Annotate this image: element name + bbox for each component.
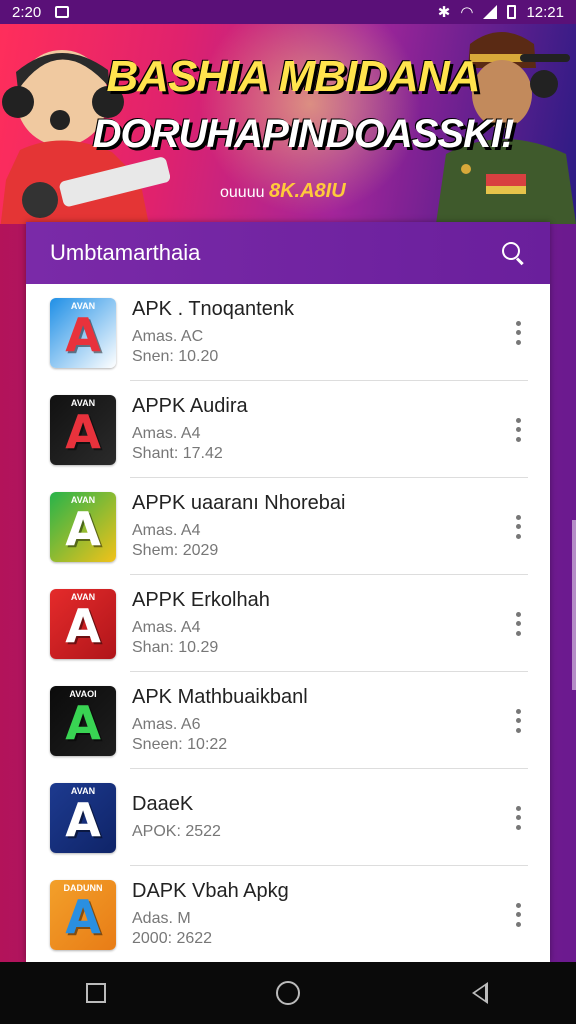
promo-banner[interactable]: BASHIA MBIDANA DORUHAPINDOASSKI! ouuuu 8… (0, 24, 576, 224)
app-icon[interactable]: AVAN A (50, 782, 116, 853)
app-list-item[interactable]: AVAN A APK . Tnoqantenk Amas. AC Snen: 1… (26, 284, 550, 381)
app-name: APPK Audira (132, 395, 248, 417)
app-list-item[interactable]: AVAOI A APK Mathbuaikbanl Amas. A6 Sneen… (26, 672, 550, 769)
app-list-panel: Umbtamarthaia AVAN A APK . Tnoqantenk Am… (26, 222, 550, 962)
app-icon-letter: A (65, 889, 101, 944)
app-icon[interactable]: AVAN A (50, 394, 116, 465)
home-button[interactable] (268, 973, 308, 1013)
app-icon-letter: A (65, 307, 101, 362)
app-name: DaaeK (132, 793, 194, 815)
battery-icon (507, 5, 517, 19)
more-options-button[interactable] (508, 609, 528, 639)
app-icon-letter: A (65, 792, 101, 847)
app-info: APPK uaaranı Nhorebai Amas. A4 Shem: 202… (132, 492, 508, 561)
app-list-item[interactable]: AVAN A DaaeK APOK: 2522 (26, 769, 550, 866)
app-icon[interactable]: AVAOI A (50, 685, 116, 756)
banner-subtitle: ouuuu 8K.A8IU (220, 180, 346, 203)
back-button[interactable] (460, 973, 500, 1013)
app-info: DaaeK APOK: 2522 (132, 793, 508, 842)
app-list-item[interactable]: AVAN A APPK uaaranı Nhorebai Amas. A4 Sh… (26, 478, 550, 575)
more-options-button[interactable] (508, 706, 528, 736)
app-icon-letter: A (65, 501, 101, 556)
more-options-button[interactable] (508, 415, 528, 445)
app-list: AVAN A APK . Tnoqantenk Amas. AC Snen: 1… (26, 284, 550, 962)
app-info: APPK Audira Amas. A4 Shant: 17.42 (132, 395, 508, 464)
search-button[interactable] (500, 240, 526, 266)
app-name: APK . Tnoqantenk (132, 298, 294, 320)
app-detail-line2: Sneen: 10:22 (132, 736, 228, 753)
more-options-button[interactable] (508, 900, 528, 930)
app-detail-line1: Amas. A6 (132, 716, 201, 733)
panel-header: Umbtamarthaia (26, 222, 550, 284)
app-name: APK Mathbuaikbanl (132, 686, 308, 708)
app-detail-line2: Shan: 10.29 (132, 639, 219, 656)
notification-icon (55, 6, 70, 18)
banner-title-line2: DORUHAPINDOASSKI! (92, 112, 515, 156)
app-name: APPK uaaranı Nhorebai (132, 492, 346, 514)
status-time-left: 2:20 (12, 3, 42, 21)
app-info: DAPK Vbah Apkg Adas. M 2000: 2622 (132, 880, 508, 949)
bluetooth-icon: ✱ (437, 4, 451, 21)
more-vert-icon (515, 611, 521, 617)
app-detail-line1: Adas. M (132, 910, 191, 927)
more-options-button[interactable] (508, 512, 528, 542)
banner-title-line1: BASHIA MBIDANA (106, 52, 480, 101)
app-list-item[interactable]: DADUNN A DAPK Vbah Apkg Adas. M 2000: 26… (26, 866, 550, 962)
home-icon (276, 981, 300, 1005)
app-icon[interactable]: AVAN A (50, 491, 116, 562)
app-icon[interactable]: DADUNN A (50, 879, 116, 950)
app-detail-line1: Amas. A4 (132, 619, 201, 636)
panel-title: Umbtamarthaia (50, 240, 201, 265)
app-icon-letter: A (65, 695, 101, 750)
app-icon[interactable]: AVAN A (50, 588, 116, 659)
app-info: APPK Erkolhah Amas. A4 Shan: 10.29 (132, 589, 508, 658)
more-vert-icon (515, 708, 521, 714)
app-icon-letter: A (65, 598, 101, 653)
banner-subtitle-highlight: 8K.A8IU (268, 180, 346, 202)
back-icon (472, 982, 488, 1004)
app-detail-line2: Shem: 2029 (132, 542, 219, 559)
more-vert-icon (515, 417, 521, 423)
app-detail-line1: APOK: 2522 (132, 823, 221, 840)
app-name: APPK Erkolhah (132, 589, 270, 611)
recents-icon (86, 983, 106, 1003)
wifi-icon: ◠ (460, 4, 474, 21)
app-detail-line1: Amas. A4 (132, 425, 201, 442)
app-detail-line2: 2000: 2622 (132, 930, 213, 947)
status-bar: 2:20 ✱ ◠ 12:21 (0, 0, 576, 24)
more-vert-icon (515, 902, 521, 908)
app-info: APK Mathbuaikbanl Amas. A6 Sneen: 10:22 (132, 686, 508, 755)
recents-button[interactable] (76, 973, 116, 1013)
app-detail-line2: Shant: 17.42 (132, 445, 223, 462)
signal-icon (483, 5, 498, 19)
more-options-button[interactable] (508, 318, 528, 348)
app-detail-line2: Snen: 10.20 (132, 348, 219, 365)
app-icon[interactable]: AVAN A (50, 297, 116, 368)
more-vert-icon (515, 320, 521, 326)
more-options-button[interactable] (508, 803, 528, 833)
app-detail-line1: Amas. AC (132, 328, 204, 345)
status-time-right: 12:21 (526, 3, 564, 21)
app-icon-letter: A (65, 404, 101, 459)
app-name: DAPK Vbah Apkg (132, 880, 289, 902)
scroll-indicator[interactable] (572, 520, 576, 690)
app-info: APK . Tnoqantenk Amas. AC Snen: 10.20 (132, 298, 508, 367)
navigation-bar (0, 962, 576, 1024)
app-list-item[interactable]: AVAN A APPK Audira Amas. A4 Shant: 17.42 (26, 381, 550, 478)
more-vert-icon (515, 514, 521, 520)
app-list-item[interactable]: AVAN A APPK Erkolhah Amas. A4 Shan: 10.2… (26, 575, 550, 672)
more-vert-icon (515, 805, 521, 811)
banner-subtitle-prefix: ouuuu (220, 184, 265, 201)
app-detail-line1: Amas. A4 (132, 522, 201, 539)
